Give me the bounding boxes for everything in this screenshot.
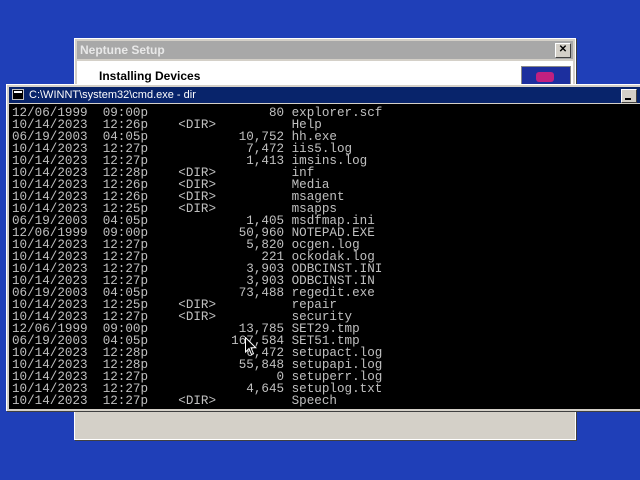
cmd-window-titlebar[interactable]: C:\WINNT\system32\cmd.exe - dir [9,87,640,103]
cmd-window: C:\WINNT\system32\cmd.exe - dir 12/06/19… [6,84,640,411]
console-icon[interactable] [12,89,24,100]
cmd-window-title: C:\WINNT\system32\cmd.exe - dir [29,89,196,101]
setup-window-titlebar[interactable]: Neptune Setup ✕ [77,41,573,59]
setup-window-title: Neptune Setup [80,43,165,57]
setup-close-button[interactable]: ✕ [555,43,571,58]
mouse-pointer-icon [245,337,257,356]
setup-heading: Installing Devices [99,69,201,83]
console-line: 10/14/2023 12:27p <DIR> Speech [12,394,337,408]
close-icon: ✕ [558,44,568,55]
minimize-button[interactable] [621,89,637,103]
console-output[interactable]: 12/06/1999 09:00p 80 explorer.scf 10/14/… [9,104,640,409]
